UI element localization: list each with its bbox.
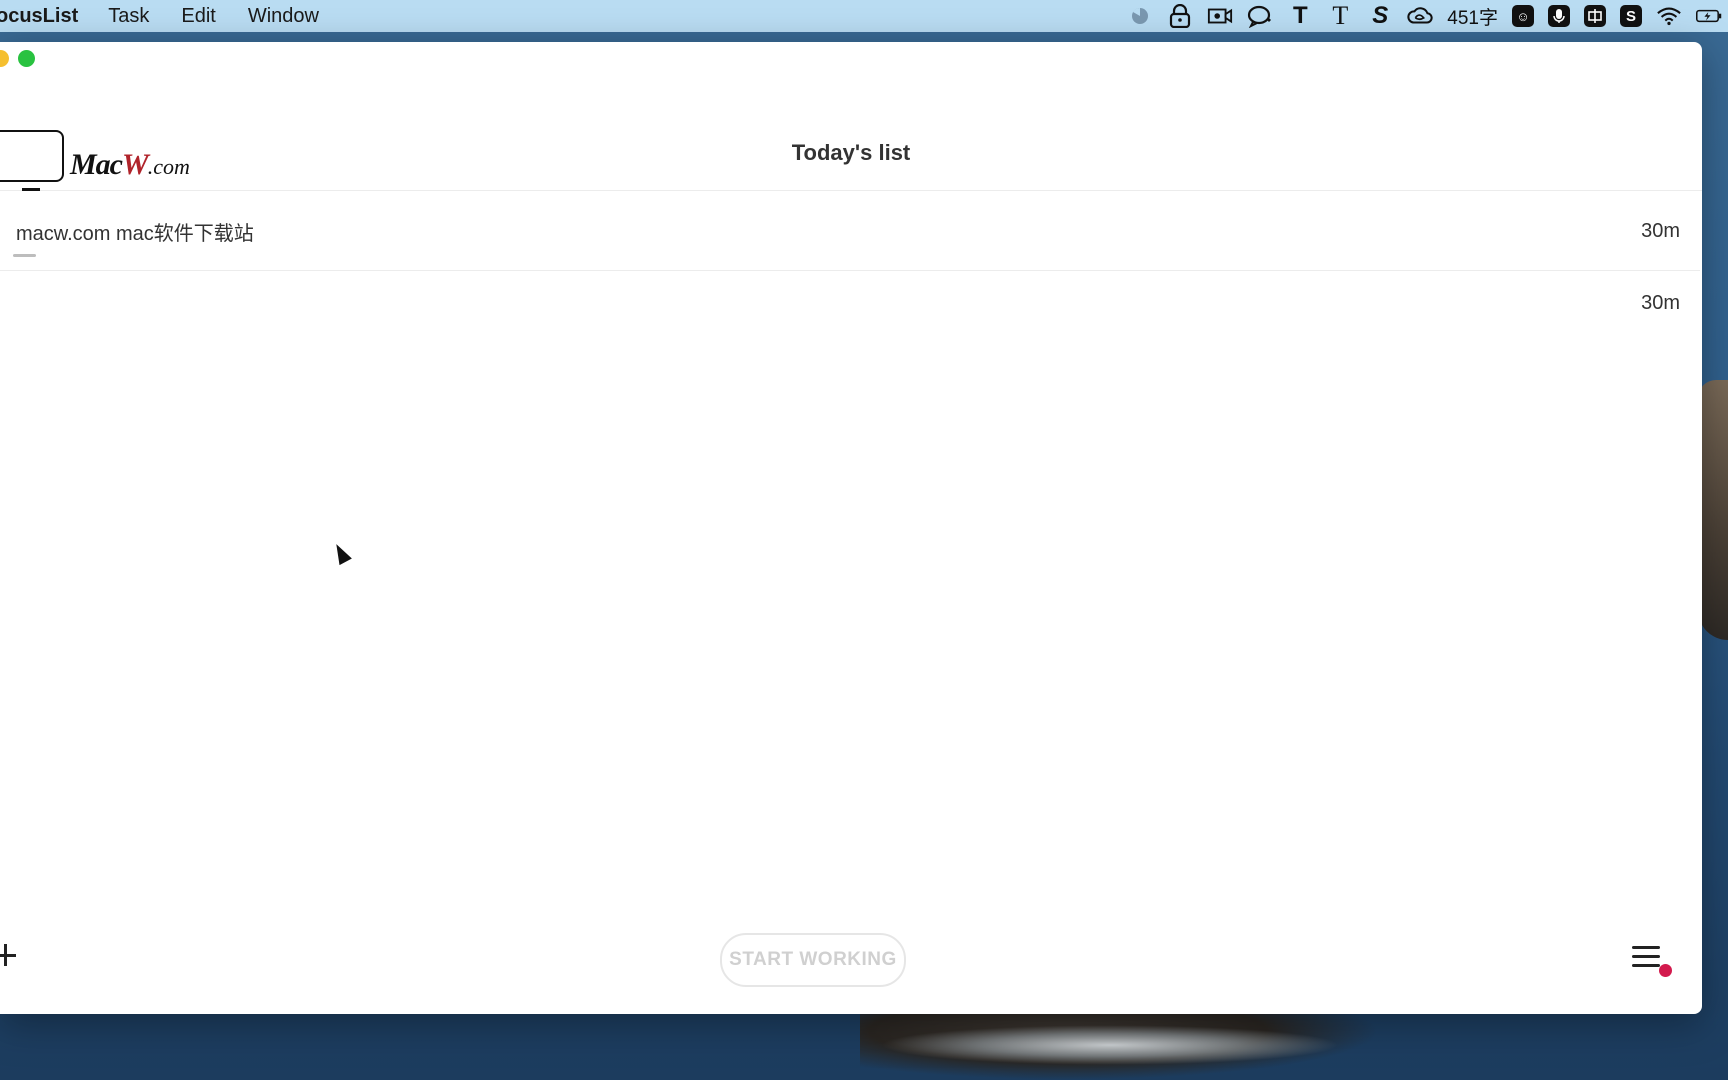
minimize-button[interactable]	[0, 50, 9, 67]
emoji-icon[interactable]: ☺	[1512, 5, 1534, 27]
task-row[interactable]: macw.com mac软件下载站 30m	[0, 192, 1700, 271]
battery-charging-icon[interactable]	[1696, 3, 1722, 29]
logo-stand-icon	[22, 174, 40, 191]
status-area: T T S 451字 ☺ S	[1127, 0, 1728, 32]
task-duration[interactable]: 30m	[1641, 220, 1680, 243]
menu-bar: ocusList Task Edit Window T T S 451字 ☺ S	[0, 0, 1728, 32]
word-count[interactable]: 451字	[1447, 3, 1498, 30]
focuslist-window: MacW.com Today's list macw.com mac软件下载站 …	[0, 42, 1702, 1014]
input-method-icon[interactable]	[1584, 5, 1606, 27]
page-title: Today's list	[791, 140, 911, 165]
app-menu[interactable]: ocusList	[0, 5, 78, 28]
sogou-icon[interactable]: S	[1620, 5, 1642, 27]
desktop-surf	[880, 1025, 1340, 1065]
task-row-empty[interactable]: 30m	[0, 271, 1700, 335]
menu-task[interactable]: Task	[108, 5, 149, 28]
creative-cloud-icon[interactable]	[1407, 3, 1433, 29]
desktop-cliff	[1698, 380, 1728, 640]
lock-icon[interactable]	[1167, 3, 1193, 29]
menu-edit[interactable]: Edit	[181, 5, 215, 28]
notification-dot	[1659, 964, 1672, 977]
menu-window[interactable]: Window	[248, 5, 319, 28]
hamburger-menu-icon[interactable]	[1632, 946, 1672, 977]
text-t-icon[interactable]: T	[1287, 2, 1313, 29]
zoom-button[interactable]	[18, 50, 35, 67]
text-serif-t-icon[interactable]: T	[1327, 1, 1353, 30]
task-progress-indicator	[13, 254, 36, 257]
screen-record-icon[interactable]	[1207, 3, 1233, 29]
chat-icon[interactable]	[1247, 3, 1273, 29]
start-working-button[interactable]: START WORKING	[720, 933, 906, 987]
timer-icon[interactable]	[1127, 3, 1153, 29]
task-text[interactable]: macw.com mac软件下载站	[16, 217, 254, 246]
list-header: MacW.com Today's list	[0, 82, 1702, 191]
task-duration[interactable]: 30m	[1641, 292, 1680, 315]
add-task-plus-icon[interactable]	[0, 944, 16, 966]
microphone-icon[interactable]	[1548, 5, 1570, 27]
wifi-icon[interactable]	[1656, 3, 1682, 29]
s-icon[interactable]: S	[1367, 2, 1393, 29]
